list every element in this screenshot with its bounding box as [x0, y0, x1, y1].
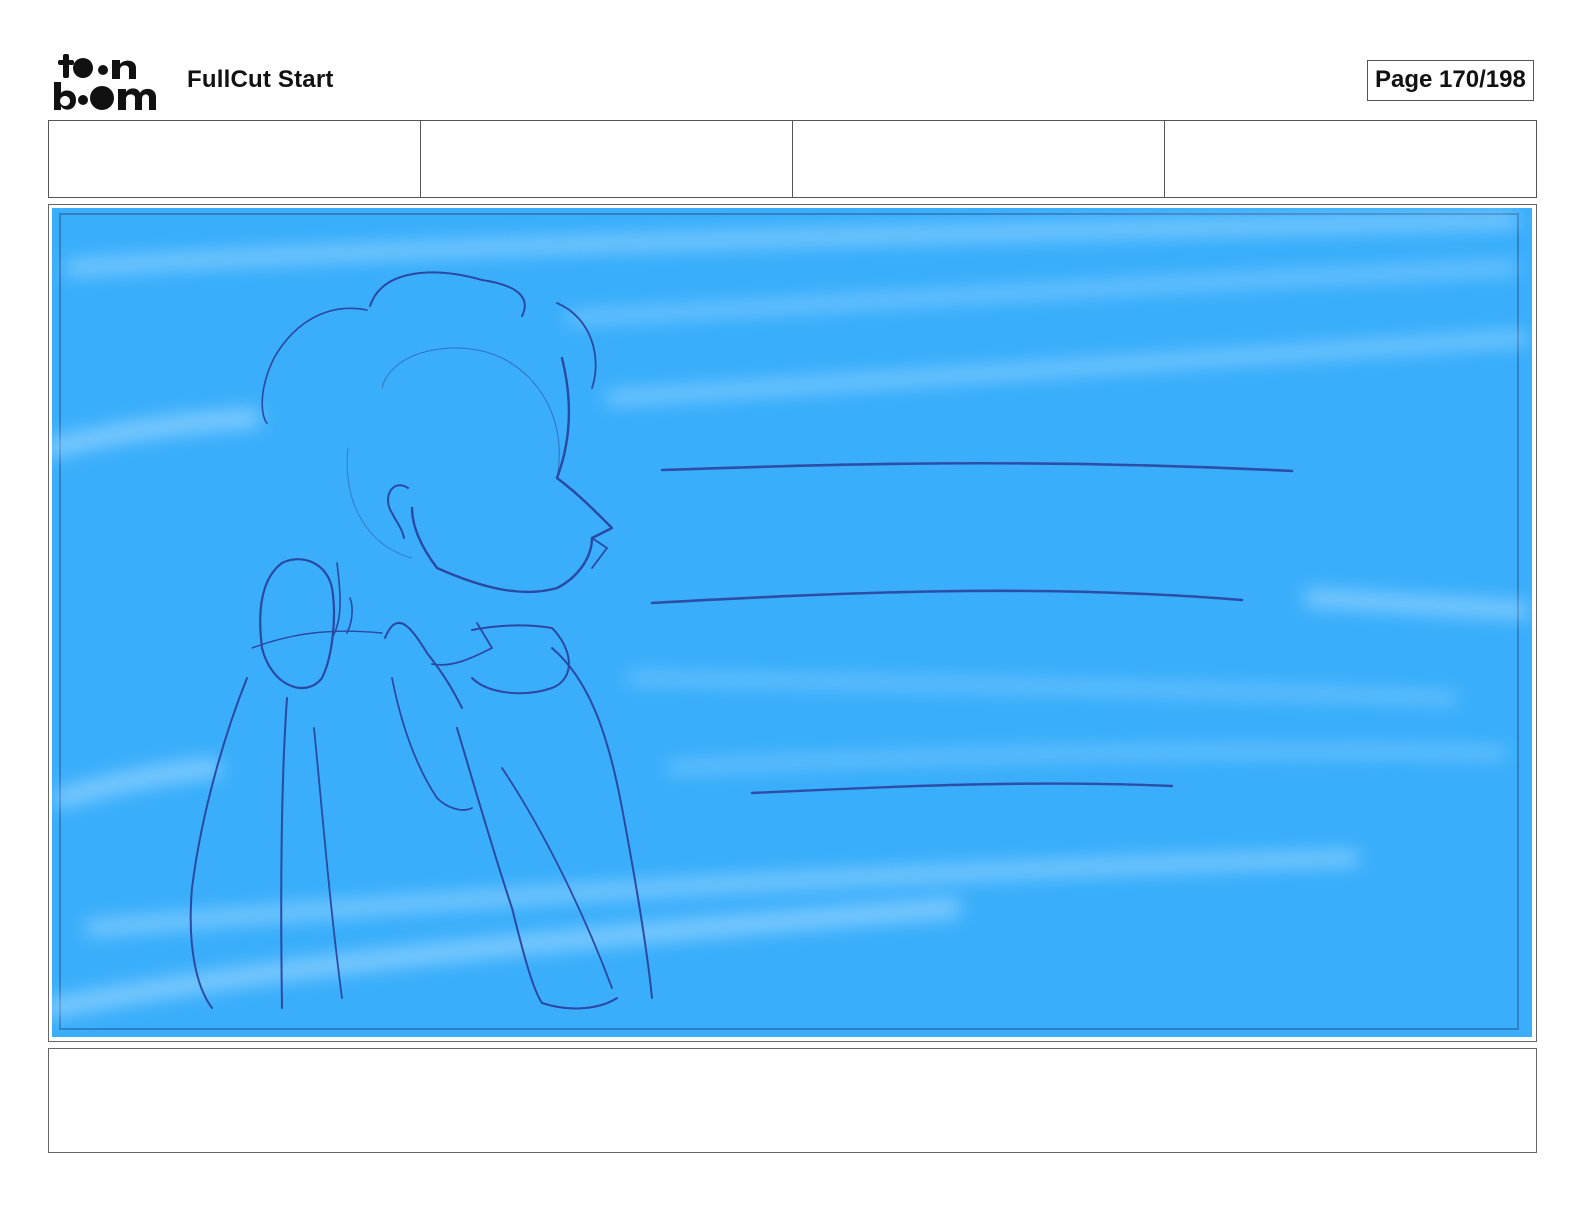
storyboard-panel: [48, 204, 1537, 1042]
info-cell-2: [421, 121, 793, 197]
project-title: FullCut Start: [187, 66, 334, 93]
page-indicator: Page 170/198: [1367, 60, 1534, 101]
info-cell-1: [49, 121, 421, 197]
toon-boom-logo: [54, 54, 156, 110]
panel-sketch-image: [52, 208, 1532, 1037]
info-cell-3: [793, 121, 1165, 197]
info-cell-4: [1165, 121, 1536, 197]
panel-info-strip: [48, 120, 1537, 198]
caption-box: [48, 1048, 1537, 1153]
